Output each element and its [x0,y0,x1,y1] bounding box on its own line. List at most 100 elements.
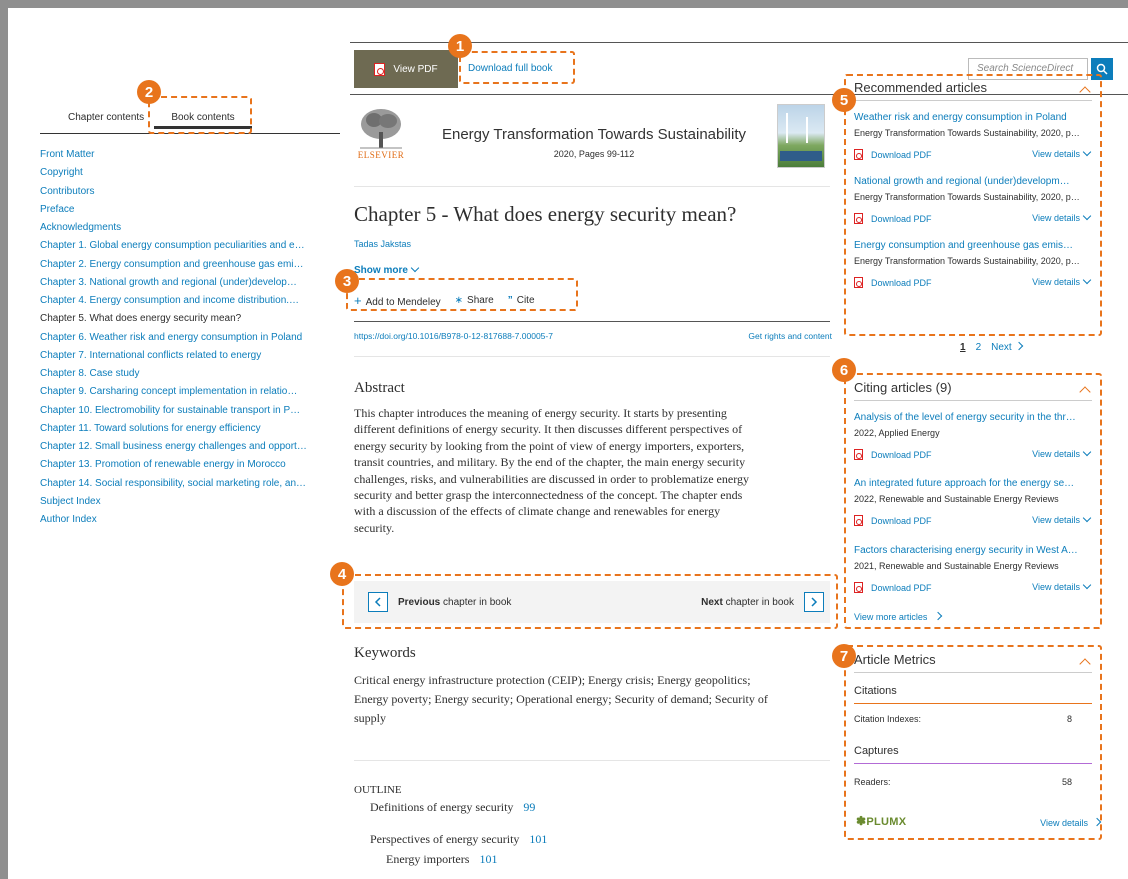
collapse-metrics-icon[interactable] [1079,658,1091,670]
badge-1: 1 [448,34,472,58]
book-contents-item[interactable]: Chapter 12. Small business energy challe… [40,441,307,452]
next-chapter-button[interactable]: Next chapter in book [701,592,824,612]
plumx-logo[interactable]: ✽PLUMX [856,814,906,828]
recommended-view-details-button[interactable]: View details [1032,275,1092,287]
book-contents-item[interactable]: Acknowledgments [40,222,121,233]
recommended-pager: 1 2 Next [960,341,1023,353]
recommended-view-details-button[interactable]: View details [1032,211,1092,223]
chevron-down-icon [1082,513,1092,523]
previous-rest-label: chapter in book [443,596,512,608]
add-to-mendeley-button[interactable]: + Add to Mendeley [354,293,441,308]
citing-view-details-button[interactable]: View details [1032,447,1092,459]
page: Chapter contents Book contents Front Mat… [8,8,1128,879]
book-contents-item[interactable]: Chapter 1. Global energy consumption pec… [40,240,305,251]
author-link[interactable]: Tadas Jakstas [354,239,411,249]
abstract-line: security and better grasp the interconne… [354,488,743,503]
book-contents-item[interactable]: Front Matter [40,149,94,160]
search-button[interactable] [1091,58,1113,80]
book-contents-item[interactable]: Chapter 14. Social responsibility, socia… [40,478,306,489]
recommended-article-title[interactable]: Weather risk and energy consumption in P… [854,112,1080,123]
book-contents-item[interactable]: Chapter 7. International conflicts relat… [40,350,261,361]
chevron-down-icon [1082,147,1092,157]
quote-icon: ” [507,295,513,306]
citing-download-pdf-button[interactable]: Download PDF [854,449,932,460]
abstract-line: This chapter introduces the meaning of e… [354,406,727,420]
outline-item-label: Perspectives of energy security [370,832,520,846]
book-contents-item[interactable]: Chapter 8. Case study [40,368,140,379]
book-contents-item[interactable]: Chapter 9. Carsharing concept implementa… [40,386,297,397]
citing-article-title[interactable]: Factors characterising energy security i… [854,545,1080,556]
download-pdf-label: Download PDF [871,150,932,160]
recommended-download-pdf-button[interactable]: Download PDF [854,149,932,160]
book-contents-item[interactable]: Preface [40,204,74,215]
top-rule-bottom [350,94,1128,95]
book-contents-item[interactable]: Subject Index [40,496,101,507]
outline-item[interactable]: Perspectives of energy security 101 [370,832,547,847]
chevron-down-icon [1082,211,1092,221]
pdf-icon [854,449,863,460]
abstract-heading: Abstract [354,380,405,396]
share-icon: ∗ [454,295,464,306]
rights-link[interactable]: Get rights and content [748,331,832,341]
citing-article-title[interactable]: An integrated future approach for the en… [854,478,1080,489]
book-contents-item[interactable]: Chapter 2. Energy consumption and greenh… [40,259,304,270]
book-contents-item[interactable]: Chapter 10. Electromobility for sustaina… [40,405,300,416]
pager-page-2[interactable]: 2 [976,342,982,353]
pager-next[interactable]: Next [991,341,1023,353]
view-more-articles-link[interactable]: View more articles [854,611,943,622]
view-pdf-button[interactable]: View PDF [354,50,458,88]
citations-heading: Citations [854,685,897,697]
chevron-down-icon [1082,275,1092,285]
abstract-line: energy security by looking from the poin… [354,438,745,453]
collapse-citing-icon[interactable] [1079,386,1091,398]
pager-next-label: Next [991,342,1012,353]
previous-label: Previous [398,596,441,608]
show-more-toggle[interactable]: Show more [354,263,420,276]
plumx-label: PLUMX [866,816,907,828]
chevron-right-icon [804,592,824,612]
book-cover-image[interactable] [777,104,825,168]
previous-chapter-button[interactable]: Previous chapter in book [368,592,511,612]
tab-book-contents[interactable]: Book contents [154,112,252,123]
recommended-download-pdf-button[interactable]: Download PDF [854,277,932,288]
recommended-view-details-button[interactable]: View details [1032,147,1092,159]
citing-download-pdf-button[interactable]: Download PDF [854,515,932,526]
captures-heading: Captures [854,745,899,757]
outline-item[interactable]: Definitions of energy security 99 [370,800,535,815]
recommended-article-source: Energy Transformation Towards Sustainabi… [854,256,1080,266]
recommended-download-pdf-button[interactable]: Download PDF [854,213,932,224]
pdf-icon [854,213,863,224]
doi-link[interactable]: https://doi.org/10.1016/B978-0-12-817688… [354,331,553,341]
keywords-line: Critical energy infrastructure protectio… [354,673,751,687]
collapse-recommended-icon[interactable] [1079,86,1091,98]
book-title[interactable]: Energy Transformation Towards Sustainabi… [413,126,775,143]
citing-view-details-button[interactable]: View details [1032,513,1092,525]
book-contents-item[interactable]: Chapter 6. Weather risk and energy consu… [40,332,302,343]
citing-download-pdf-button[interactable]: Download PDF [854,582,932,593]
citing-view-details-button[interactable]: View details [1032,580,1092,592]
pdf-icon [854,149,863,160]
citing-article-title[interactable]: Analysis of the level of energy security… [854,412,1080,423]
book-contents-item[interactable]: Chapter 13. Promotion of renewable energ… [40,459,286,470]
recommended-article-title[interactable]: National growth and regional (under)deve… [854,176,1080,187]
metrics-view-details-link[interactable]: View details [1040,817,1102,828]
book-contents-item[interactable]: Author Index [40,514,97,525]
download-full-book-link[interactable]: Download full book [468,63,553,74]
book-contents-item[interactable]: Chapter 3. National growth and regional … [40,277,297,288]
book-contents-item[interactable]: Copyright [40,167,83,178]
tab-chapter-contents[interactable]: Chapter contents [68,112,144,123]
outline-item[interactable]: Energy importers 101 [386,852,497,867]
book-contents-item[interactable]: Chapter 11. Toward solutions for energy … [40,423,261,434]
book-contents-item[interactable]: Chapter 4. Energy consumption and income… [40,295,299,306]
chevron-down-icon [410,263,420,273]
doi-divider [354,356,830,357]
download-pdf-label: Download PDF [871,278,932,288]
cite-button[interactable]: ” Cite [508,295,535,306]
metrics-rule [854,672,1092,673]
share-button[interactable]: ∗ Share [455,295,494,306]
recommended-article-title[interactable]: Energy consumption and greenhouse gas em… [854,240,1080,251]
plumx-mark-icon: ✽ [856,814,867,828]
book-contents-item[interactable]: Contributors [40,186,94,197]
search-input[interactable]: Search ScienceDirect [968,58,1088,80]
readers-label: Readers: [854,777,891,787]
